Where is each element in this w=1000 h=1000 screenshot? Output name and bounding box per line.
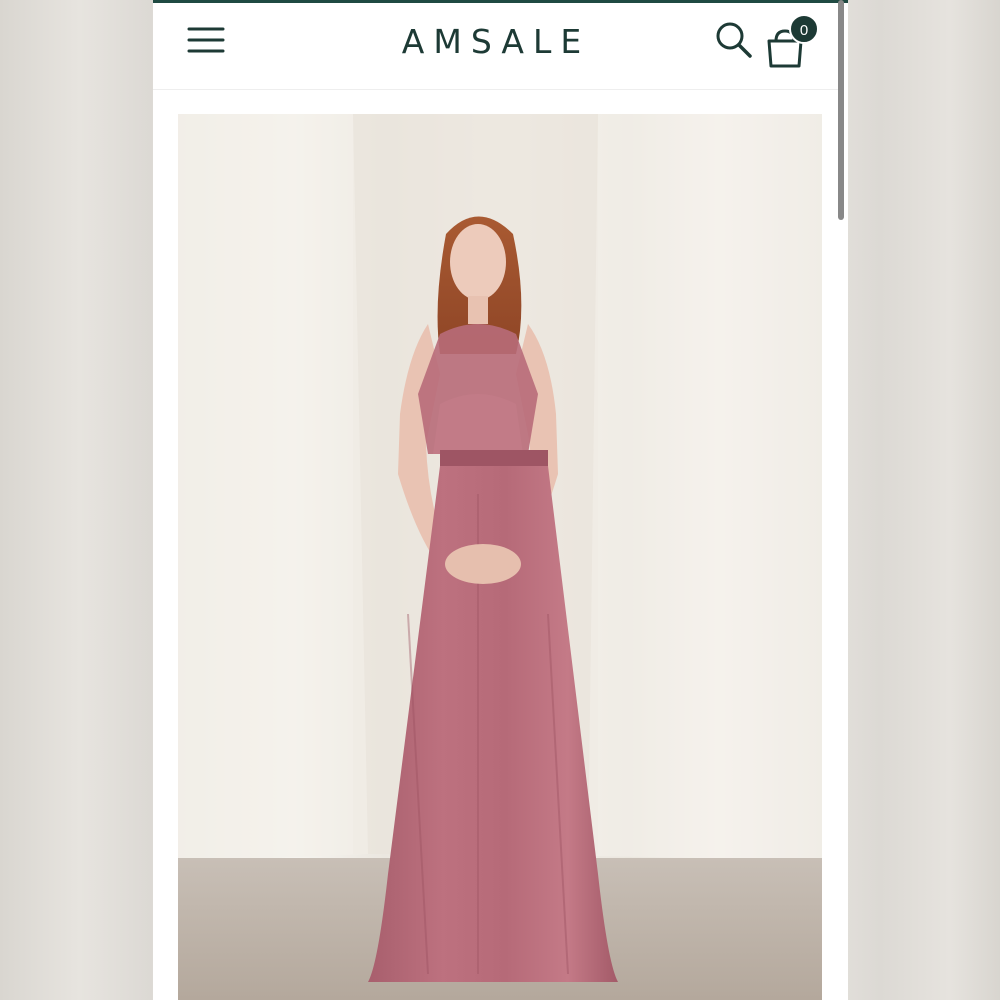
search-button[interactable] [715, 21, 753, 59]
cart-button[interactable]: 0 [765, 14, 821, 68]
product-photo [178, 114, 822, 1000]
mobile-page: AMSALE 0 [153, 0, 848, 1000]
search-icon [716, 22, 752, 58]
cart-count-badge: 0 [789, 14, 819, 44]
site-header: AMSALE 0 [153, 3, 839, 90]
app-background: AMSALE 0 [0, 0, 1000, 1000]
scrollbar[interactable] [838, 0, 844, 220]
